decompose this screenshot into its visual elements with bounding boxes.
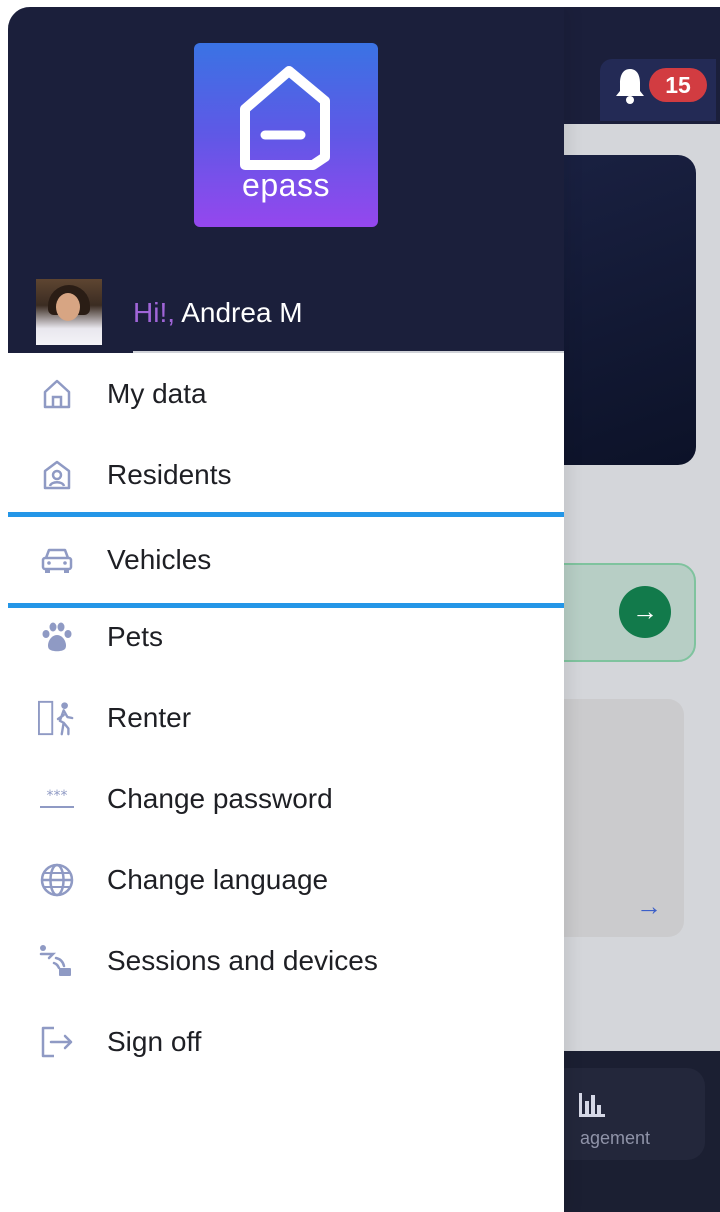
renter-icon — [38, 699, 76, 737]
menu-label: Vehicles — [107, 544, 212, 575]
menu-item-my-data[interactable]: My data — [8, 353, 564, 434]
menu-label: Residents — [107, 458, 232, 490]
bar-chart-icon — [579, 1093, 605, 1117]
menu-label: Pets — [107, 620, 164, 652]
menu-label: My data — [107, 377, 207, 409]
avatar — [36, 279, 102, 345]
menu-item-sign-off[interactable]: Sign off — [8, 1001, 564, 1082]
globe-icon — [38, 861, 76, 899]
menu-label: Sign off — [107, 1025, 202, 1057]
paw-icon — [38, 618, 76, 656]
menu-item-change-language[interactable]: Change language — [8, 839, 564, 920]
menu-label: Change language — [107, 863, 329, 895]
user-name: Andrea M — [181, 297, 303, 328]
user-greeting: Hi!, Andrea M — [133, 297, 303, 329]
menu-item-sessions-devices[interactable]: Sessions and devices — [8, 920, 564, 1001]
home-icon — [38, 375, 76, 413]
house-logo-icon — [240, 66, 330, 170]
app-frame: 15 → → agement epass Hi!, Andrea M My da… — [8, 7, 720, 1212]
drawer-menu: My data Residents Vehicles Pets Renter *… — [8, 353, 564, 1082]
notification-badge: 15 — [649, 68, 707, 102]
menu-label: Sessions and devices — [107, 944, 378, 976]
menu-label: Renter — [107, 701, 192, 733]
menu-label: Change password — [107, 782, 333, 814]
logo-text: epass — [242, 167, 330, 203]
menu-item-pets[interactable]: Pets — [8, 596, 564, 677]
menu-item-residents[interactable]: Residents — [8, 434, 564, 515]
side-drawer: epass Hi!, Andrea M My data Residents Ve… — [8, 7, 564, 1212]
resident-icon — [38, 456, 76, 494]
devices-icon — [38, 942, 76, 980]
car-icon — [38, 541, 76, 579]
password-icon: *** — [38, 780, 76, 818]
sign-out-icon — [38, 1023, 76, 1061]
arrow-right-icon[interactable]: → — [636, 891, 662, 922]
svg-text:***: *** — [47, 788, 68, 804]
drawer-header: epass Hi!, Andrea M — [8, 7, 564, 353]
greeting-prefix: Hi!, — [133, 297, 175, 328]
bell-icon[interactable] — [612, 65, 648, 105]
menu-item-change-password[interactable]: *** Change password — [8, 758, 564, 839]
menu-item-vehicles[interactable]: Vehicles — [8, 512, 564, 608]
menu-item-renter[interactable]: Renter — [8, 677, 564, 758]
epass-logo: epass — [194, 43, 378, 227]
arrow-right-icon[interactable]: → — [619, 586, 671, 638]
